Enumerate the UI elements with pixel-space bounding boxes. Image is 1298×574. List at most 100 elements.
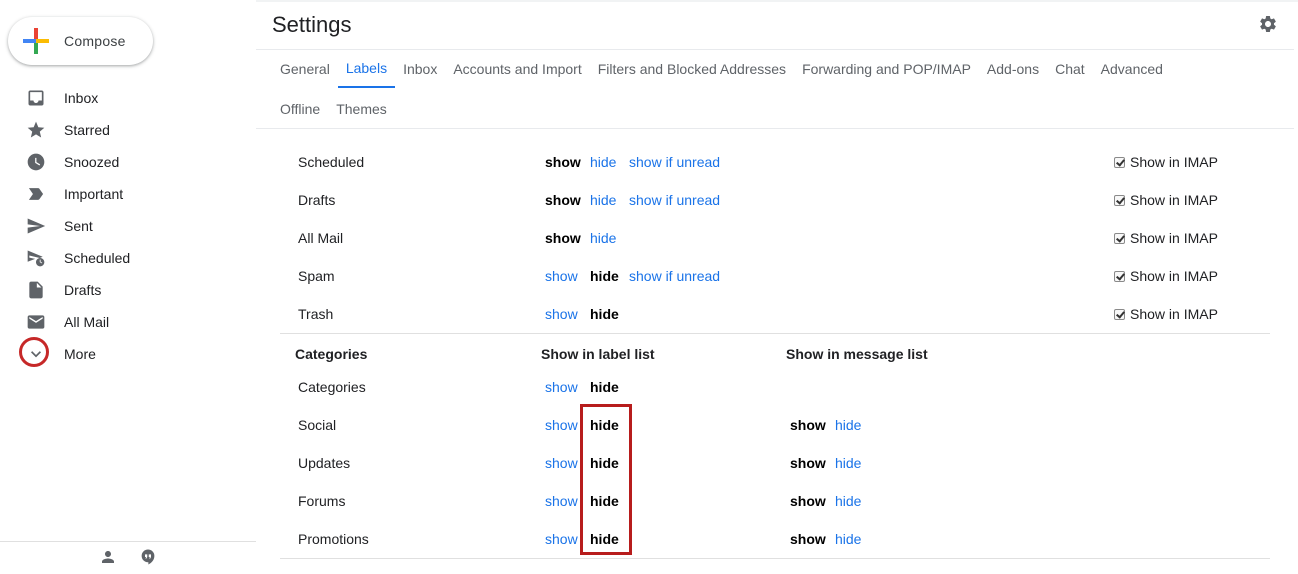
send-icon xyxy=(26,216,46,236)
show-option: show xyxy=(545,230,581,246)
inbox-icon xyxy=(26,88,46,108)
sidebar-nav: Inbox Starred Snoozed Important Sent Sch… xyxy=(0,82,256,370)
category-row-promotions: Promotions show hide show hide xyxy=(280,520,1294,558)
show-if-unread-link[interactable]: show if unread xyxy=(629,268,720,284)
message-hide-link[interactable]: hide xyxy=(835,417,861,433)
tab-offline[interactable]: Offline xyxy=(280,90,328,128)
hide-link[interactable]: hide xyxy=(590,154,616,170)
imap-label: Show in IMAP xyxy=(1130,154,1218,170)
show-link[interactable]: show xyxy=(545,417,578,433)
hide-option: hide xyxy=(590,455,619,471)
sidebar-item-label: Drafts xyxy=(64,282,102,298)
settings-main: Settings General Labels Inbox Accounts a… xyxy=(256,0,1298,574)
show-link[interactable]: show xyxy=(545,531,578,547)
imap-option: Show in IMAP xyxy=(1114,268,1218,284)
section-divider xyxy=(280,558,1270,559)
mail-icon xyxy=(26,312,46,332)
sidebar-item-important[interactable]: Important xyxy=(0,178,256,210)
message-hide-link[interactable]: hide xyxy=(835,531,861,547)
show-option: show xyxy=(545,192,581,208)
tabs-divider xyxy=(256,128,1294,129)
message-show-option: show xyxy=(790,417,826,433)
imap-checkbox[interactable] xyxy=(1114,308,1125,320)
hide-option: hide xyxy=(590,493,619,509)
category-name: Social xyxy=(298,417,337,433)
hangouts-icon[interactable] xyxy=(139,548,157,569)
sidebar-item-snoozed[interactable]: Snoozed xyxy=(0,146,256,178)
hide-link[interactable]: hide xyxy=(590,192,616,208)
sidebar-item-label: More xyxy=(64,346,96,362)
tab-forwarding[interactable]: Forwarding and POP/IMAP xyxy=(802,50,979,88)
hide-option: hide xyxy=(590,306,619,322)
tab-chat[interactable]: Chat xyxy=(1055,50,1093,88)
message-show-option: show xyxy=(790,493,826,509)
sidebar-item-label: All Mail xyxy=(64,314,110,330)
message-hide-link[interactable]: hide xyxy=(835,493,861,509)
show-link[interactable]: show xyxy=(545,455,578,471)
tab-advanced[interactable]: Advanced xyxy=(1101,50,1171,88)
imap-checkbox[interactable] xyxy=(1114,270,1125,282)
show-link[interactable]: show xyxy=(545,379,578,395)
message-show-option: show xyxy=(790,531,826,547)
show-link[interactable]: show xyxy=(545,493,578,509)
label-name: Spam xyxy=(298,268,335,284)
tab-accounts-and-import[interactable]: Accounts and Import xyxy=(453,50,589,88)
hide-option: hide xyxy=(590,379,619,395)
category-name: Updates xyxy=(298,455,351,471)
label-row-all-mail: All Mail show hide Show in IMAP xyxy=(280,219,1294,257)
imap-checkbox[interactable] xyxy=(1114,194,1125,206)
category-row-forums: Forums show hide show hide xyxy=(280,482,1294,520)
tab-general[interactable]: General xyxy=(280,50,338,88)
imap-option: Show in IMAP xyxy=(1114,306,1218,322)
settings-tabs: General Labels Inbox Accounts and Import… xyxy=(280,50,1179,90)
sidebar-footer xyxy=(0,541,256,574)
imap-checkbox[interactable] xyxy=(1114,232,1125,244)
tab-add-ons[interactable]: Add-ons xyxy=(987,50,1047,88)
compose-plus-icon xyxy=(23,28,49,54)
person-icon[interactable] xyxy=(99,548,117,569)
imap-checkbox[interactable] xyxy=(1114,156,1125,168)
gear-icon[interactable] xyxy=(1258,14,1278,34)
hide-option: hide xyxy=(590,417,619,433)
imap-label: Show in IMAP xyxy=(1130,230,1218,246)
show-if-unread-link[interactable]: show if unread xyxy=(629,154,720,170)
star-icon xyxy=(26,120,46,140)
hide-link[interactable]: hide xyxy=(590,230,616,246)
label-name: Trash xyxy=(298,306,334,322)
imap-label: Show in IMAP xyxy=(1130,268,1218,284)
chevron-down-icon[interactable] xyxy=(19,337,49,367)
message-hide-link[interactable]: hide xyxy=(835,455,861,471)
category-name: Promotions xyxy=(298,531,369,547)
message-list-header: Show in message list xyxy=(786,346,928,362)
sidebar-item-inbox[interactable]: Inbox xyxy=(0,82,256,114)
draft-icon xyxy=(26,280,46,300)
sidebar-item-label: Scheduled xyxy=(64,250,131,266)
sidebar-item-scheduled[interactable]: Scheduled xyxy=(0,242,256,274)
tab-inbox[interactable]: Inbox xyxy=(403,50,445,88)
sidebar-item-all-mail[interactable]: All Mail xyxy=(0,306,256,338)
tab-filters[interactable]: Filters and Blocked Addresses xyxy=(598,50,794,88)
compose-button[interactable]: Compose xyxy=(8,17,153,65)
top-divider xyxy=(256,0,1298,2)
sidebar-item-sent[interactable]: Sent xyxy=(0,210,256,242)
label-row-spam: Spam show hide show if unread Show in IM… xyxy=(280,257,1294,295)
imap-option: Show in IMAP xyxy=(1114,154,1218,170)
imap-label: Show in IMAP xyxy=(1130,192,1218,208)
sidebar-item-label: Inbox xyxy=(64,90,99,106)
hide-option: hide xyxy=(590,531,619,547)
show-if-unread-link[interactable]: show if unread xyxy=(629,192,720,208)
settings-tabs-row2: Offline Themes xyxy=(280,90,403,128)
imap-option: Show in IMAP xyxy=(1114,192,1218,208)
tab-themes[interactable]: Themes xyxy=(336,90,395,128)
show-option: show xyxy=(545,154,581,170)
sidebar-item-more[interactable]: More xyxy=(0,337,256,370)
sidebar-item-drafts[interactable]: Drafts xyxy=(0,274,256,306)
category-name: Categories xyxy=(298,379,366,395)
sidebar-item-starred[interactable]: Starred xyxy=(0,114,256,146)
show-link[interactable]: show xyxy=(545,306,578,322)
label-row-scheduled: Scheduled show hide show if unread Show … xyxy=(280,143,1294,181)
show-link[interactable]: show xyxy=(545,268,578,284)
tab-labels[interactable]: Labels xyxy=(337,50,396,88)
hide-option: hide xyxy=(590,268,619,284)
sidebar-item-label: Snoozed xyxy=(64,154,120,170)
